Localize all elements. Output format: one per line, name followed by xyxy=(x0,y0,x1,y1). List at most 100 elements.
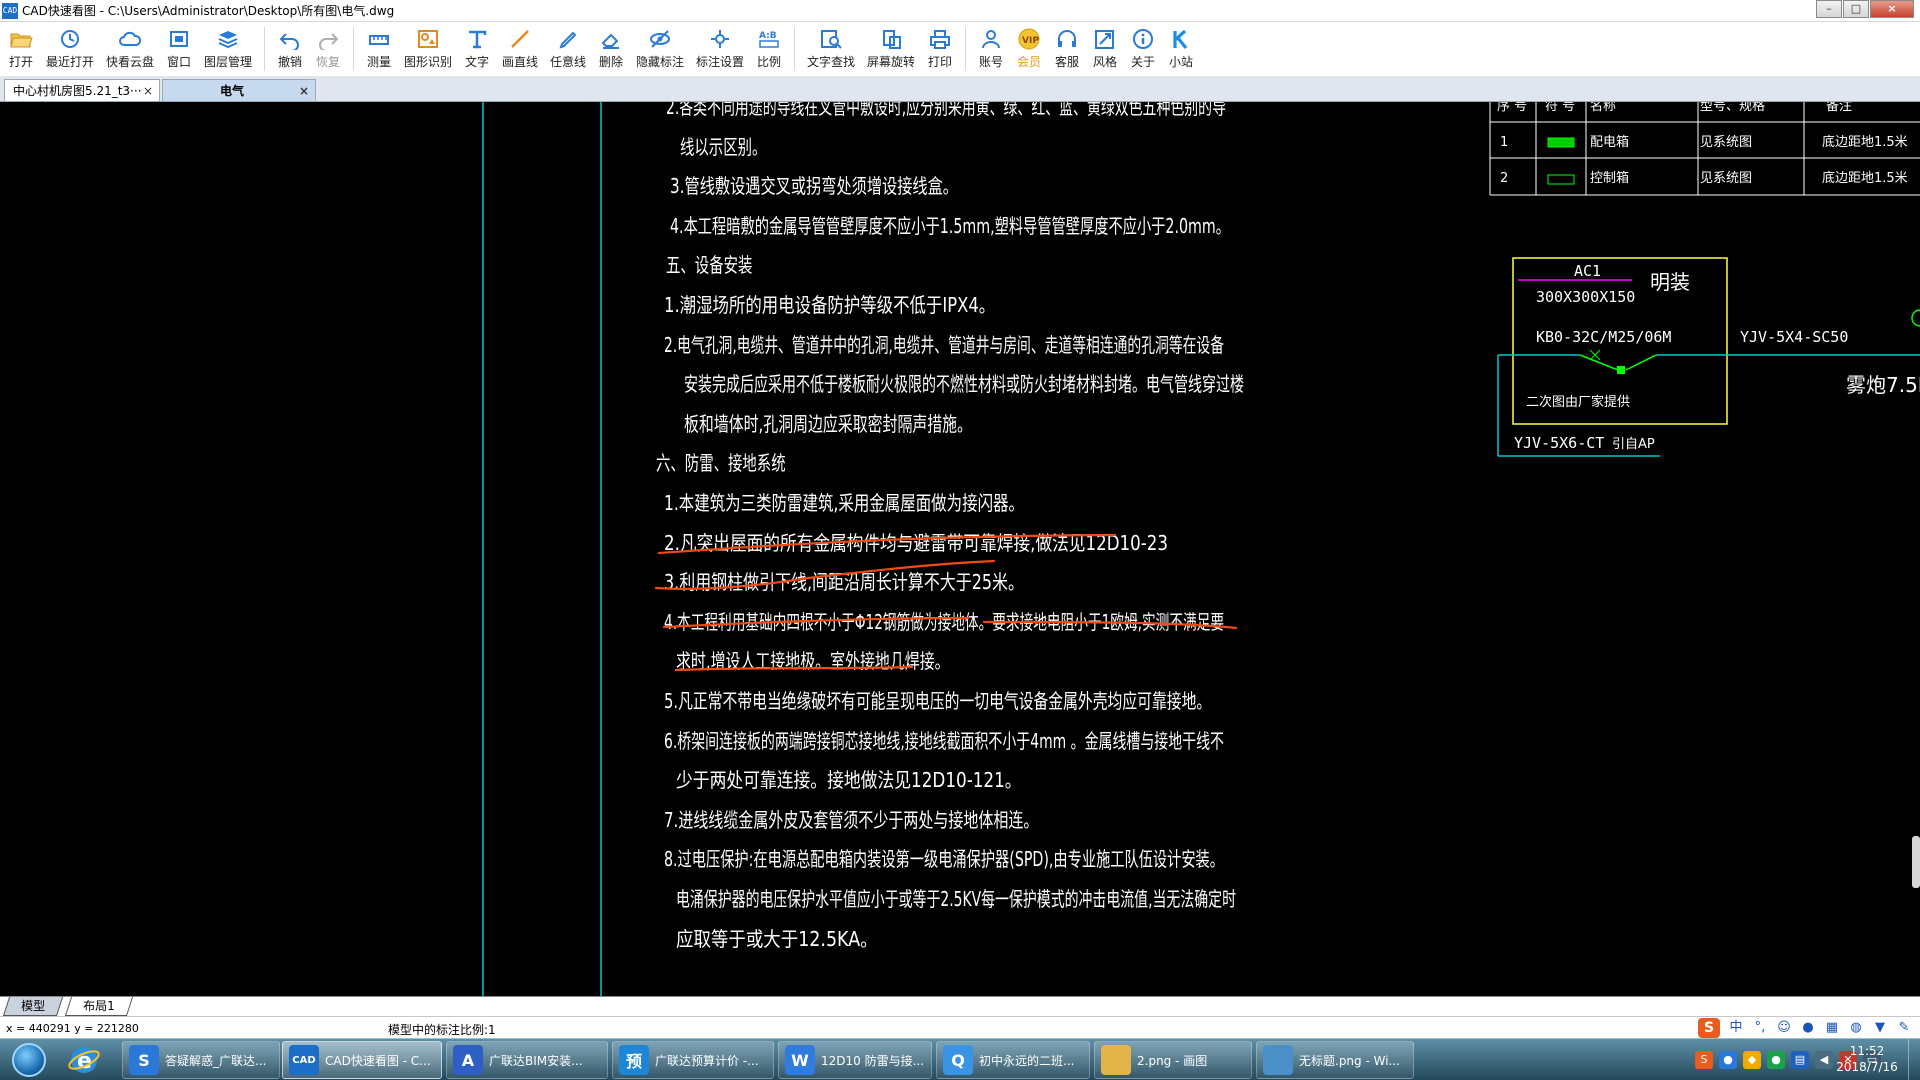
undo-icon xyxy=(277,27,303,51)
toolbar-button-21[interactable]: 客服 xyxy=(1048,22,1086,76)
toolbar-button-label: 文字查找 xyxy=(806,55,855,69)
taskbar-button-5[interactable]: Q 初中永远的二班... xyxy=(936,1041,1090,1079)
tab-model[interactable]: 模型 xyxy=(2,997,64,1016)
taskbar-button-2[interactable]: A 广联达BIM安装... xyxy=(446,1041,608,1079)
toolbar-button-13[interactable]: 隐藏标注 xyxy=(630,22,690,76)
toolbar-button-15[interactable]: A:B 比例 xyxy=(750,22,788,76)
ie-icon[interactable]: e xyxy=(62,1041,106,1079)
legend-row-name: 配电箱 xyxy=(1590,134,1629,150)
panel-id: AC1 xyxy=(1574,262,1601,280)
ime-skin-icon[interactable]: ◍ xyxy=(1847,1020,1865,1036)
canvas-scroll-handle[interactable] xyxy=(1912,836,1920,888)
toolbar-button-6[interactable]: 恢复 xyxy=(309,22,347,76)
toolbar-button-19[interactable]: 账号 xyxy=(972,22,1010,76)
tab-electrical[interactable]: 电气 × xyxy=(162,79,316,101)
legend-header-note: 备注 xyxy=(1826,102,1852,114)
minimize-button[interactable]: – xyxy=(1816,0,1842,18)
clock[interactable]: 11:52 2018/7/16 xyxy=(1822,1043,1912,1075)
toolbar-button-14[interactable]: 标注设置 xyxy=(690,22,750,76)
toolbar-button-label: 快看云盘 xyxy=(105,55,154,69)
ime-mic-icon[interactable]: ● xyxy=(1799,1020,1817,1036)
tab-close-icon[interactable]: × xyxy=(299,80,309,102)
toolbar-button-label: 图形识别 xyxy=(403,55,452,69)
toolbar-button-label: 比例 xyxy=(756,55,781,69)
annotation-settings-icon xyxy=(707,27,733,51)
taskbar-button-label: 广联达预算计价 -... xyxy=(655,1053,759,1068)
toolbar-button-17[interactable]: 屏幕旋转 xyxy=(861,22,921,76)
toolbar-separator xyxy=(353,27,354,71)
ime-keyboard-icon[interactable]: ▦ xyxy=(1823,1020,1841,1036)
maximize-button[interactable]: □ xyxy=(1843,0,1869,18)
toolbar-button-18[interactable]: 打印 xyxy=(921,22,959,76)
toolbar-button-12[interactable]: 删除 xyxy=(592,22,630,76)
ime-settings-icon[interactable]: ✎ xyxy=(1895,1020,1913,1036)
tray-app-icon[interactable]: ● xyxy=(1719,1051,1737,1069)
scale-icon: A:B xyxy=(756,27,782,51)
toolbar-button-label: 会员 xyxy=(1016,55,1041,69)
toolbar-button-0[interactable]: 打开 xyxy=(2,22,40,76)
ruler-icon xyxy=(366,27,392,51)
start-button[interactable] xyxy=(4,1041,54,1079)
show-desktop-button[interactable] xyxy=(1908,1039,1920,1080)
ime-shirt-icon[interactable]: ▼ xyxy=(1871,1020,1889,1036)
toolbar-button-22[interactable]: 风格 xyxy=(1086,22,1124,76)
network-tray-icon[interactable]: ▤ xyxy=(1791,1051,1809,1069)
legend-header-symbol: 符 号 xyxy=(1545,102,1575,114)
panel-out-cable: YJV-5X4-SC50 xyxy=(1740,328,1848,346)
legend-row-note: 底边距地1.5米 xyxy=(1822,170,1908,186)
taskbar-button-1[interactable]: CAD CAD快速看图 - C... xyxy=(282,1041,442,1079)
note-line: 板和墙体时,孔洞周边应采取密封隔声措施。 xyxy=(684,412,972,436)
taskbar-button-0[interactable]: S 答疑解惑_广联达... xyxy=(122,1041,280,1079)
toolbar-button-label: 最近打开 xyxy=(45,55,94,69)
tab-close-icon[interactable]: × xyxy=(143,80,153,102)
clock-time: 11:52 xyxy=(1849,1044,1885,1058)
sogou-ime-icon[interactable]: S xyxy=(1698,1018,1720,1038)
tray-shield-icon[interactable]: ◆ xyxy=(1743,1051,1761,1069)
toolbar-button-3[interactable]: 窗口 xyxy=(160,22,198,76)
tab-layout1[interactable]: 布局1 xyxy=(64,997,133,1016)
drawing-canvas[interactable]: 2.各类不同用途的导线在叉管中敷设时,应分别采用黄、绿、红、蓝、黄绿双色五种色别… xyxy=(0,102,1920,996)
wechat-tray-icon[interactable]: ● xyxy=(1767,1051,1785,1069)
taskbar-button-label: 12D10 防雷与接... xyxy=(821,1053,925,1068)
toolbar-button-24[interactable]: 小站 xyxy=(1162,22,1200,76)
layers-icon xyxy=(215,27,241,51)
toolbar-button-5[interactable]: 撤销 xyxy=(271,22,309,76)
sogou-browser-icon: S xyxy=(129,1045,159,1075)
screen-rotate-icon xyxy=(878,27,904,51)
taskbar-button-7[interactable]: 无标题.png - Wi... xyxy=(1256,1041,1414,1079)
ime-chinese-icon[interactable]: 中 xyxy=(1727,1020,1745,1036)
sogou-tray-icon[interactable]: S xyxy=(1695,1051,1713,1069)
toolbar-button-label: 画直线 xyxy=(501,55,538,69)
legend-header-no: 序 号 xyxy=(1497,102,1527,114)
toolbar-button-10[interactable]: 画直线 xyxy=(496,22,544,76)
glodon-budget-icon: 预 xyxy=(619,1045,649,1075)
toolbar-button-20[interactable]: VIP 会员 xyxy=(1010,22,1048,76)
taskbar-button-6[interactable]: 2.png - 画图 xyxy=(1094,1041,1252,1079)
toolbar-button-4[interactable]: 图层管理 xyxy=(198,22,258,76)
toolbar-button-2[interactable]: 快看云盘 xyxy=(100,22,160,76)
toolbar-button-7[interactable]: 测量 xyxy=(360,22,398,76)
ime-emoji-icon[interactable]: ☺ xyxy=(1775,1020,1793,1036)
note-line: 五、设备安装 xyxy=(666,253,752,277)
legend-row-spec: 见系统图 xyxy=(1700,135,1752,150)
toolbar-button-1[interactable]: 最近打开 xyxy=(40,22,100,76)
design-notes: 2.各类不同用途的导线在叉管中敷设时,应分别采用黄、绿、红、蓝、黄绿双色五种色别… xyxy=(656,102,1244,951)
taskbar-button-3[interactable]: 预广联达预算计价 -... xyxy=(612,1041,774,1079)
toolbar-separator xyxy=(794,27,795,71)
taskbar-button-4[interactable]: W 12D10 防雷与接... xyxy=(778,1041,932,1079)
window-title: CAD快速看图 - C:\Users\Administrator\Desktop… xyxy=(22,4,395,18)
toolbar-button-11[interactable]: 任意线 xyxy=(544,22,592,76)
toolbar-button-label: 关于 xyxy=(1130,55,1155,69)
toolbar-button-16[interactable]: 文字查找 xyxy=(801,22,861,76)
cursor-coordinates: x = 440291 y = 221280 xyxy=(6,1022,139,1035)
tab-center-village-room[interactable]: 中心村机房图5.21_t3··· × xyxy=(4,79,160,101)
photo-viewer-icon xyxy=(1263,1045,1293,1075)
legend-row-no: 2 xyxy=(1500,171,1508,186)
toolbar-button-23[interactable]: 关于 xyxy=(1124,22,1162,76)
close-button[interactable]: × xyxy=(1870,0,1914,18)
toolbar-button-8[interactable]: 图形识别 xyxy=(398,22,458,76)
note-line: 1.潮湿场所的用电设备防护等级不低于IPX4。 xyxy=(664,293,995,317)
toolbar-button-9[interactable]: 文字 xyxy=(458,22,496,76)
note-line: 应取等于或大于12.5KA。 xyxy=(676,927,878,951)
ime-punctuation-icon[interactable]: °, xyxy=(1751,1020,1769,1036)
